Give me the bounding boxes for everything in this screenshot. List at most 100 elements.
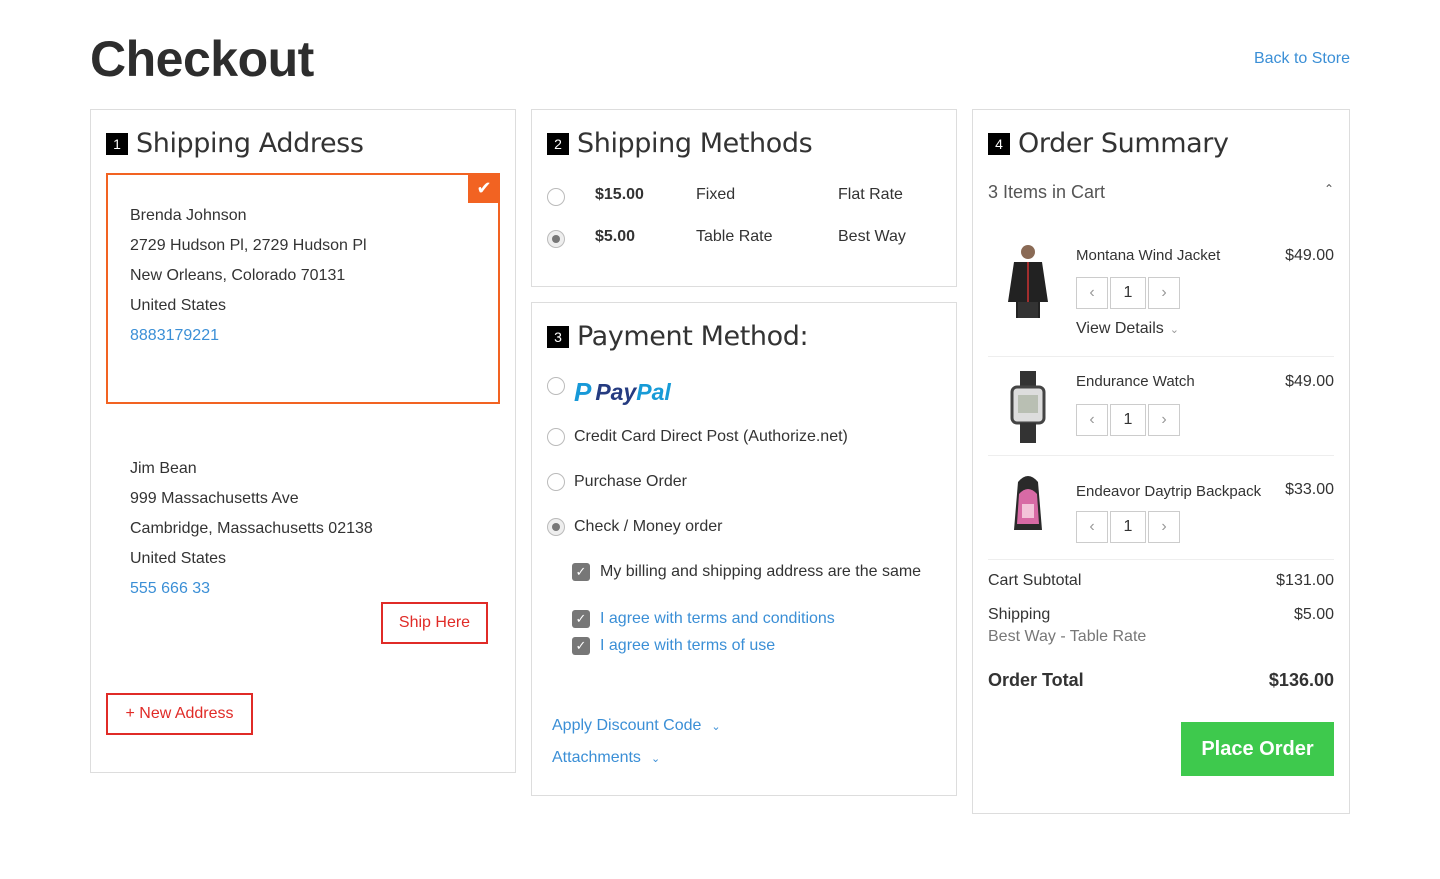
increase-qty-button[interactable]: › bbox=[1148, 511, 1180, 543]
order-total-value: $136.00 bbox=[1268, 670, 1334, 690]
address-country: United States bbox=[130, 297, 227, 314]
attachments-label: Attachments bbox=[552, 749, 641, 766]
payment-option-credit-card[interactable]: Credit Card Direct Post (Authorize.net) bbox=[547, 428, 848, 446]
address-phone-link[interactable]: 8883179221 bbox=[130, 321, 367, 351]
increase-qty-button[interactable]: › bbox=[1148, 404, 1180, 436]
address-city: Cambridge, Massachusetts 02138 bbox=[130, 520, 373, 537]
shipping-label: Shipping bbox=[988, 606, 1051, 623]
decrease-qty-button[interactable]: ‹ bbox=[1076, 511, 1108, 543]
place-order-button[interactable]: Place Order bbox=[1181, 722, 1334, 776]
address-country: United States bbox=[130, 550, 227, 567]
shipping-option-flat-rate[interactable]: $15.00 Fixed Flat Rate bbox=[547, 184, 937, 206]
terms-conditions-checkbox-row[interactable]: ✓ I agree with terms and conditions bbox=[572, 610, 835, 628]
items-in-cart-label: 3 Items in Cart bbox=[988, 182, 1106, 202]
ship-here-button[interactable]: Ship Here bbox=[381, 602, 488, 644]
discount-label: Apply Discount Code bbox=[552, 717, 702, 734]
checkbox-checked-icon[interactable]: ✓ bbox=[572, 563, 590, 581]
shipping-price: $15.00 bbox=[595, 186, 644, 203]
quantity-input[interactable]: 1 bbox=[1110, 511, 1146, 543]
apply-discount-toggle[interactable]: Apply Discount Code ⌄ bbox=[552, 717, 721, 735]
checkbox-checked-icon[interactable]: ✓ bbox=[572, 637, 590, 655]
section-title: Shipping Methods bbox=[577, 128, 813, 159]
quantity-stepper: ‹ 1 › bbox=[1076, 277, 1180, 309]
payment-label: Credit Card Direct Post (Authorize.net) bbox=[574, 428, 848, 445]
shipping-address-section: 1 Shipping Address ✔ Brenda Johnson 2729… bbox=[90, 109, 516, 773]
new-address-button[interactable]: + New Address bbox=[106, 693, 253, 735]
item-price: $33.00 bbox=[1285, 481, 1334, 498]
address-street: 999 Massachusetts Ave bbox=[130, 490, 299, 507]
shipping-carrier-name: Best Way bbox=[838, 228, 906, 245]
view-details-toggle[interactable]: View Details ⌄ bbox=[1076, 320, 1179, 338]
watch-thumbnail bbox=[1010, 371, 1046, 443]
step-number: 2 bbox=[547, 132, 569, 155]
checkbox-checked-icon[interactable]: ✓ bbox=[572, 610, 590, 628]
attachments-toggle[interactable]: Attachments ⌄ bbox=[552, 749, 660, 767]
terms-use-checkbox-row[interactable]: ✓ I agree with terms of use bbox=[572, 637, 775, 655]
address-name: Jim Bean bbox=[130, 460, 197, 477]
payment-radio[interactable] bbox=[547, 428, 565, 446]
order-total-label: Order Total bbox=[988, 670, 1084, 690]
back-to-store-link[interactable]: Back to Store bbox=[1254, 50, 1350, 68]
quantity-input[interactable]: 1 bbox=[1110, 404, 1146, 436]
chevron-up-icon: ⌃ bbox=[1323, 182, 1334, 196]
chevron-down-icon: ⌄ bbox=[650, 752, 661, 765]
shipping-method-name: Table Rate bbox=[696, 228, 773, 245]
shipping-method-name: Fixed bbox=[696, 186, 736, 203]
payment-label: Check / Money order bbox=[574, 518, 723, 535]
step-number: 4 bbox=[988, 132, 1010, 155]
address-phone-link[interactable]: 555 666 33 bbox=[130, 574, 373, 604]
address-name: Brenda Johnson bbox=[130, 207, 247, 224]
payment-option-paypal[interactable]: P Pay Pal bbox=[547, 377, 671, 408]
shipping-method-text: Best Way - Table Rate bbox=[988, 628, 1147, 645]
quantity-input[interactable]: 1 bbox=[1110, 277, 1146, 309]
terms-use-link[interactable]: I agree with terms of use bbox=[600, 637, 775, 655]
decrease-qty-button[interactable]: ‹ bbox=[1076, 277, 1108, 309]
subtotal-value: $131.00 bbox=[1276, 572, 1334, 589]
cart-item: Montana Wind Jacket $49.00 ‹ 1 › View De… bbox=[988, 230, 1334, 357]
section-title: Order Summary bbox=[1018, 128, 1229, 159]
subtotal-label: Cart Subtotal bbox=[988, 572, 1082, 589]
payment-radio-selected[interactable] bbox=[547, 518, 565, 536]
item-name: Endeavor Daytrip Backpack bbox=[1076, 483, 1262, 500]
shipping-methods-header: 2 Shipping Methods bbox=[547, 128, 813, 159]
jacket-thumbnail bbox=[1008, 245, 1048, 318]
terms-conditions-link[interactable]: I agree with terms and conditions bbox=[600, 610, 835, 628]
payment-radio[interactable] bbox=[547, 473, 565, 491]
order-summary-header: 4 Order Summary bbox=[988, 128, 1229, 159]
cart-item: Endeavor Daytrip Backpack $33.00 ‹ 1 › bbox=[988, 456, 1334, 560]
shipping-value: $5.00 bbox=[1293, 606, 1334, 623]
checkmark-icon: ✔ bbox=[468, 173, 500, 203]
order-summary-section: 4 Order Summary 3 Items in Cart ⌃ Montan… bbox=[972, 109, 1350, 814]
items-in-cart-toggle[interactable]: 3 Items in Cart ⌃ bbox=[988, 182, 1334, 203]
decrease-qty-button[interactable]: ‹ bbox=[1076, 404, 1108, 436]
address-street: 2729 Hudson Pl, 2729 Hudson Pl bbox=[130, 237, 367, 254]
payment-label: Purchase Order bbox=[574, 473, 687, 490]
increase-qty-button[interactable]: › bbox=[1148, 277, 1180, 309]
item-name: Montana Wind Jacket bbox=[1076, 247, 1221, 264]
shipping-address-header: 1 Shipping Address bbox=[106, 128, 364, 159]
shipping-price: $5.00 bbox=[595, 228, 636, 245]
billing-same-label: My billing and shipping address are the … bbox=[600, 563, 922, 580]
cart-subtotal-row: Cart Subtotal $131.00 bbox=[988, 572, 1334, 590]
billing-same-checkbox-row[interactable]: ✓ My billing and shipping address are th… bbox=[572, 563, 921, 581]
step-number: 3 bbox=[547, 325, 569, 348]
paypal-logo: P Pay Pal bbox=[574, 377, 671, 407]
shipping-row: Shipping $5.00 bbox=[988, 606, 1334, 624]
chevron-down-icon: ⌄ bbox=[1169, 323, 1179, 336]
shipping-methods-section: 2 Shipping Methods $15.00 Fixed Flat Rat… bbox=[531, 109, 957, 287]
payment-method-section: 3 Payment Method: P Pay Pal Credit Card Di… bbox=[531, 302, 957, 796]
section-title: Shipping Address bbox=[136, 128, 364, 159]
item-name: Endurance Watch bbox=[1076, 373, 1195, 390]
shipping-radio-selected[interactable] bbox=[547, 230, 565, 248]
payment-option-purchase-order[interactable]: Purchase Order bbox=[547, 473, 687, 491]
backpack-thumbnail bbox=[1014, 476, 1042, 530]
payment-radio[interactable] bbox=[547, 377, 565, 395]
payment-option-check-money-order[interactable]: Check / Money order bbox=[547, 518, 723, 536]
shipping-radio[interactable] bbox=[547, 188, 565, 206]
selected-address-card[interactable]: ✔ Brenda Johnson 2729 Hudson Pl, 2729 Hu… bbox=[106, 173, 500, 404]
cart-item: Endurance Watch $49.00 ‹ 1 › bbox=[988, 357, 1334, 456]
section-title: Payment Method: bbox=[577, 321, 809, 352]
page-title: Checkout bbox=[90, 31, 314, 87]
shipping-option-table-rate[interactable]: $5.00 Table Rate Best Way bbox=[547, 226, 937, 248]
shipping-carrier-name: Flat Rate bbox=[838, 186, 903, 203]
